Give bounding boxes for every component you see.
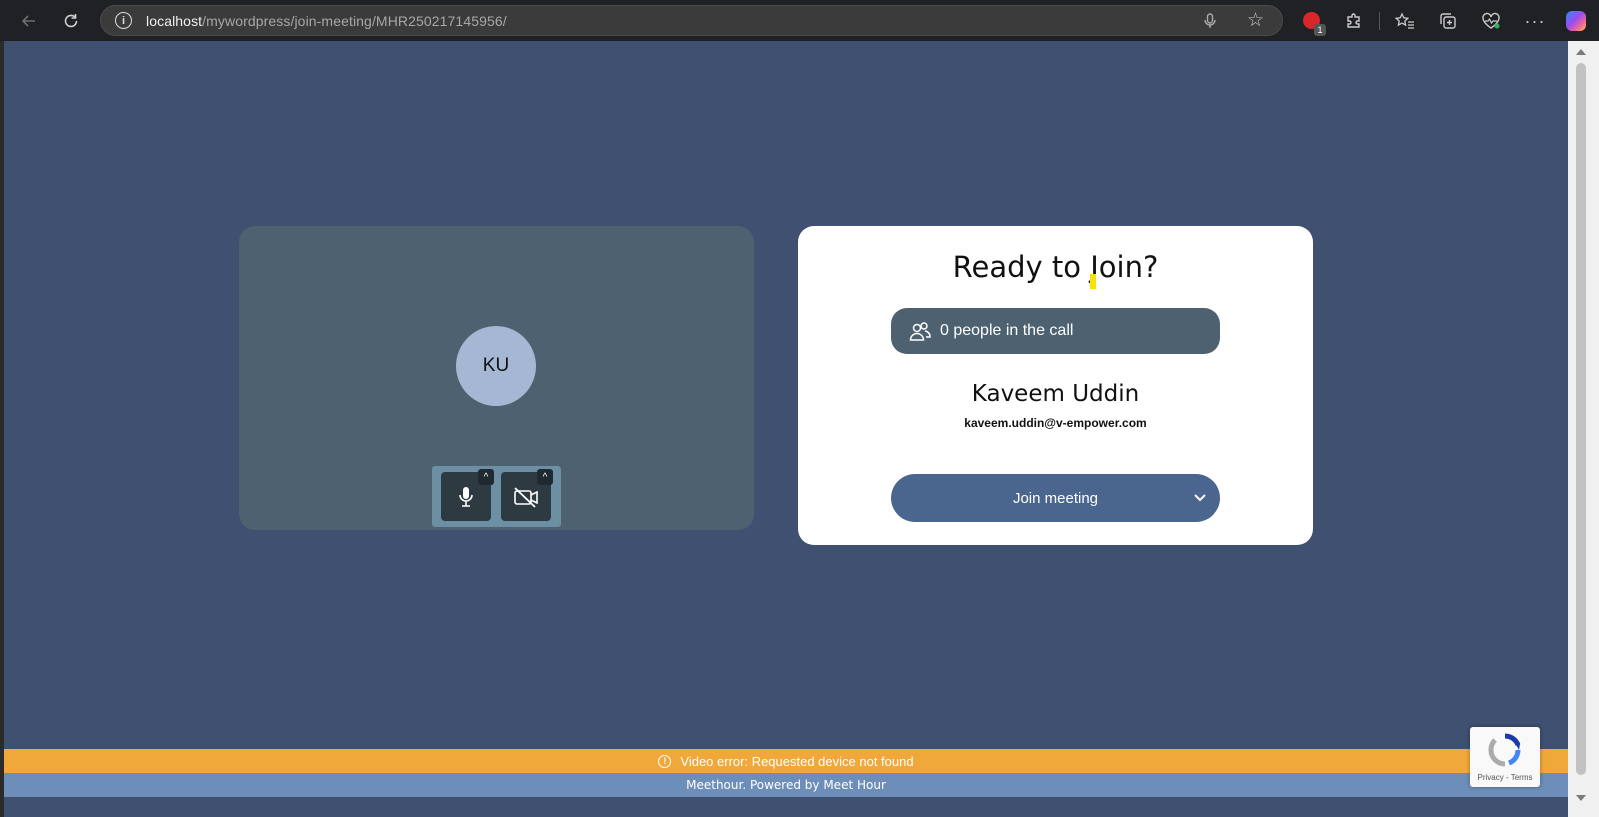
favorites-button[interactable] bbox=[1390, 6, 1420, 36]
star-icon: ☆ bbox=[1246, 10, 1264, 31]
copilot-icon bbox=[1566, 11, 1586, 31]
video-error-banner: ! Video error: Requested device not foun… bbox=[4, 749, 1568, 773]
browser-toolbar: i localhost/mywordpress/join-meeting/MHR… bbox=[0, 0, 1599, 41]
privacy-link[interactable]: Privacy bbox=[1478, 773, 1504, 782]
url-host: localhost bbox=[146, 12, 203, 29]
page-scrollbar[interactable] bbox=[1568, 41, 1599, 817]
recaptcha-icon bbox=[1488, 733, 1521, 767]
extension-button[interactable]: 1 bbox=[1297, 6, 1327, 36]
recaptcha-links: Privacy - Terms bbox=[1477, 773, 1533, 782]
favorite-star-button[interactable]: ☆ bbox=[1247, 9, 1264, 32]
favorites-icon bbox=[1395, 12, 1414, 29]
url-path: /mywordpress/join-meeting/MHR25021714595… bbox=[202, 12, 507, 29]
collections-button[interactable] bbox=[1433, 6, 1463, 36]
reload-button[interactable] bbox=[56, 6, 86, 36]
chevron-down-icon[interactable] bbox=[1192, 489, 1208, 505]
puzzle-icon bbox=[1347, 13, 1360, 28]
mic-icon bbox=[1204, 13, 1216, 28]
footer: Meethour. Powered by Meet Hour bbox=[4, 773, 1568, 797]
extensions-button[interactable] bbox=[1339, 6, 1369, 36]
participants-count: 0 people in the call bbox=[940, 322, 1074, 339]
extension-badge: 1 bbox=[1314, 24, 1326, 36]
heart-pulse-icon bbox=[1482, 12, 1500, 29]
mic-icon bbox=[459, 486, 473, 507]
avatar: KU bbox=[456, 326, 536, 406]
camera-off-icon bbox=[514, 486, 538, 508]
address-bar[interactable]: i localhost/mywordpress/join-meeting/MHR… bbox=[100, 5, 1283, 36]
reload-icon bbox=[64, 14, 78, 28]
video-preview-panel: KU ^ ^ bbox=[239, 226, 754, 530]
join-meeting-button[interactable]: Join meeting bbox=[891, 474, 1220, 522]
user-name: Kaveem Uddin bbox=[971, 381, 1140, 407]
scroll-thumb[interactable] bbox=[1576, 63, 1586, 775]
recaptcha-badge[interactable]: Privacy - Terms bbox=[1470, 727, 1540, 787]
page-title: Ready to Join? bbox=[952, 250, 1159, 284]
terms-link[interactable]: Terms bbox=[1511, 773, 1533, 782]
copilot-button[interactable] bbox=[1561, 6, 1591, 36]
people-icon bbox=[909, 322, 931, 341]
scroll-up-arrow[interactable] bbox=[1576, 49, 1586, 55]
info-icon[interactable]: i bbox=[115, 12, 132, 29]
footer-text: Meethour. Powered by Meet Hour bbox=[686, 778, 886, 792]
media-controls: ^ ^ bbox=[432, 466, 561, 527]
chevron-up-icon: ^ bbox=[542, 471, 548, 483]
camera-options-chevron[interactable]: ^ bbox=[537, 469, 553, 485]
url-text[interactable]: localhost/mywordpress/join-meeting/MHR25… bbox=[146, 13, 507, 29]
browser-essentials-button[interactable] bbox=[1476, 6, 1506, 36]
back-icon bbox=[21, 15, 35, 27]
chevron-up-icon: ^ bbox=[483, 471, 489, 483]
text-cursor-highlight bbox=[1090, 274, 1096, 289]
collections-icon bbox=[1440, 13, 1456, 29]
page-viewport: KU ^ ^ Ready to Join? 0 people in the ca… bbox=[4, 41, 1568, 817]
error-text: Video error: Requested device not found bbox=[680, 753, 914, 769]
participants-indicator: 0 people in the call bbox=[891, 308, 1220, 354]
alert-icon: ! bbox=[658, 754, 672, 768]
more-icon: ··· bbox=[1524, 10, 1546, 31]
microphone-options-chevron[interactable]: ^ bbox=[478, 469, 494, 485]
join-card: Ready to Join? 0 people in the call Kave… bbox=[798, 226, 1313, 545]
more-menu-button[interactable]: ··· bbox=[1520, 6, 1550, 36]
user-email: kaveem.uddin@v-empower.com bbox=[964, 416, 1147, 430]
back-button[interactable] bbox=[14, 6, 44, 36]
voice-search-button[interactable] bbox=[1200, 11, 1220, 31]
join-meeting-label: Join meeting bbox=[1012, 489, 1099, 507]
scroll-down-arrow[interactable] bbox=[1576, 795, 1586, 801]
toolbar-separator bbox=[1379, 12, 1380, 30]
